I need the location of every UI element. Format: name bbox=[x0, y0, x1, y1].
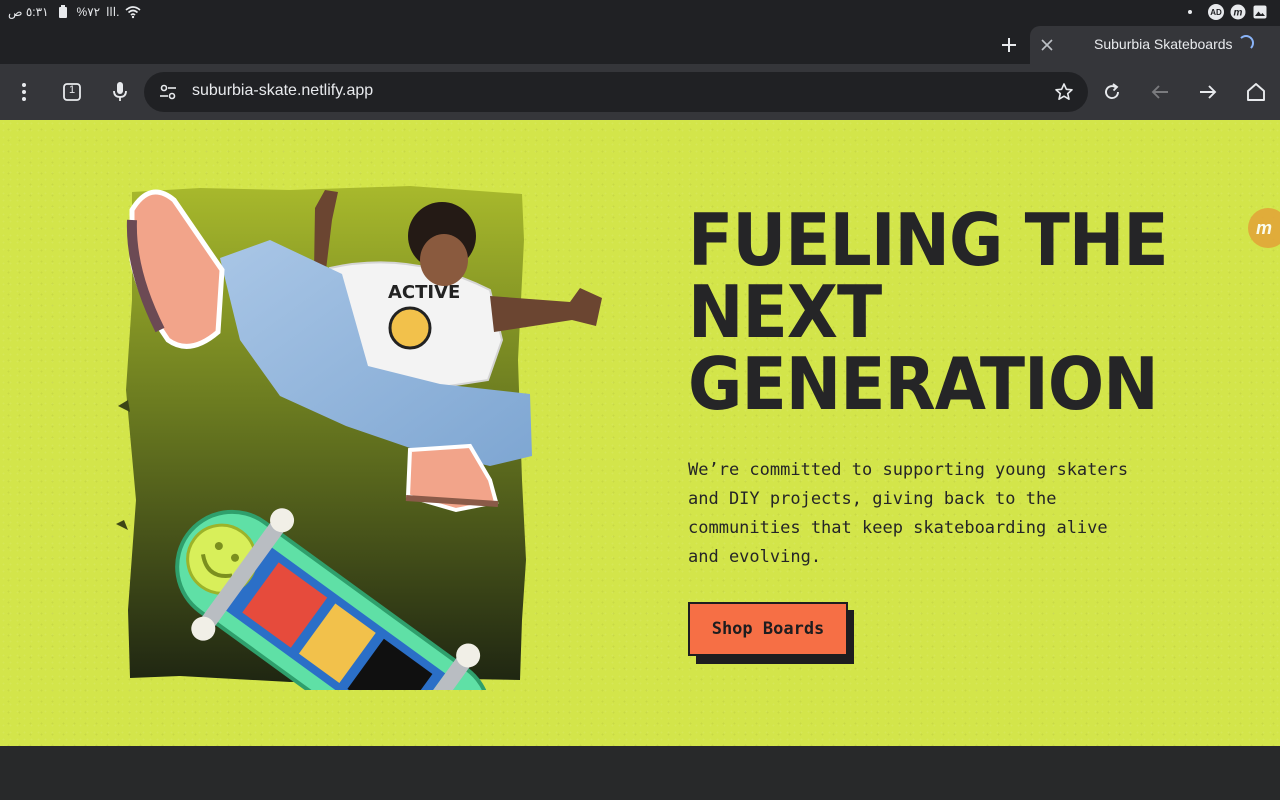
headline-line-3: GENERATION bbox=[688, 342, 1159, 426]
signal-indicator: ااا. bbox=[106, 5, 120, 19]
back-icon bbox=[1151, 85, 1168, 99]
tab-active[interactable]: Suburbia Skateboards bbox=[1030, 26, 1280, 64]
home-icon bbox=[1247, 83, 1265, 101]
tab-count: 1 bbox=[68, 84, 76, 96]
clock: ٥:٣١ ص bbox=[8, 5, 49, 19]
tab-strip: Suburbia Skateboards bbox=[0, 26, 1280, 64]
system-status-bar: ٥:٣١ ص %٧٢ ااا. AD m bbox=[0, 0, 1280, 26]
close-icon bbox=[1041, 39, 1053, 51]
status-right: AD m bbox=[1188, 4, 1268, 20]
floating-m-badge-icon[interactable]: m bbox=[1248, 208, 1280, 248]
browser-toolbar: 1 suburbia-skate.netlify.app bbox=[0, 64, 1280, 120]
hero-image: ACTIVE bbox=[116, 186, 602, 690]
site-settings-icon[interactable] bbox=[158, 82, 178, 102]
tab-close-button[interactable] bbox=[1036, 34, 1058, 56]
notification-dot bbox=[1188, 10, 1192, 14]
home-button[interactable] bbox=[1240, 76, 1272, 108]
forward-icon bbox=[1200, 85, 1217, 99]
bookmark-star-button[interactable] bbox=[1052, 80, 1076, 104]
reload-icon bbox=[1105, 83, 1119, 99]
shop-boards-cta: Shop Boards bbox=[688, 602, 858, 666]
hero-body-text: We’re committed to supporting young skat… bbox=[688, 460, 1129, 567]
tab-switcher-button[interactable]: 1 bbox=[56, 76, 88, 108]
address-bar[interactable]: suburbia-skate.netlify.app bbox=[144, 72, 1088, 112]
tab-title: Suburbia Skateboards bbox=[1094, 36, 1233, 52]
forward-button[interactable] bbox=[1192, 76, 1224, 108]
svg-text:m: m bbox=[1234, 8, 1243, 19]
headline-line-2: NEXT bbox=[688, 270, 882, 354]
app-m-notification-icon: m bbox=[1230, 4, 1246, 20]
menu-dots-icon bbox=[22, 83, 26, 101]
mic-icon bbox=[113, 82, 127, 101]
battery-icon bbox=[55, 4, 71, 20]
hero-section: ACTIVE FUELING THE NEXT GENERATION We’re… bbox=[0, 120, 1280, 746]
reload-button[interactable] bbox=[1096, 76, 1128, 108]
headline-line-1: FUELING THE bbox=[688, 198, 1169, 282]
gallery-icon bbox=[1252, 4, 1268, 20]
back-button[interactable] bbox=[1144, 76, 1176, 108]
notification-badge: AD bbox=[1208, 4, 1224, 20]
url-text[interactable]: suburbia-skate.netlify.app bbox=[192, 82, 373, 100]
wifi-icon bbox=[125, 4, 141, 20]
battery-level: %٧٢ bbox=[76, 5, 101, 19]
menu-button[interactable] bbox=[8, 76, 40, 108]
star-icon bbox=[1055, 83, 1073, 100]
new-tab-button[interactable] bbox=[996, 32, 1022, 58]
web-page: ACTIVE FUELING THE NEXT GENERATION We’re… bbox=[0, 120, 1280, 800]
plus-icon bbox=[1002, 38, 1016, 52]
voice-search-button[interactable] bbox=[104, 76, 136, 108]
shop-boards-button[interactable]: Shop Boards bbox=[688, 602, 848, 656]
next-section-dark bbox=[0, 746, 1280, 800]
hero-headline: FUELING THE NEXT GENERATION bbox=[688, 204, 1185, 420]
status-left: ٥:٣١ ص %٧٢ ااا. bbox=[8, 4, 141, 20]
loading-spinner-icon bbox=[1238, 35, 1254, 51]
